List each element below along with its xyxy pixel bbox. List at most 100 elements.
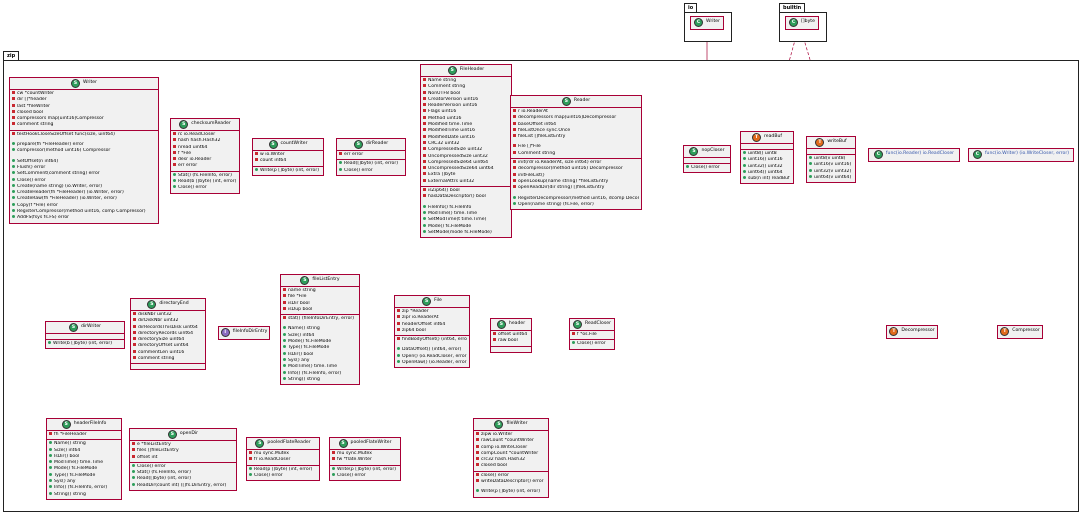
class-name: Reader bbox=[573, 98, 591, 104]
class-dirReader[interactable]: SdirReader err error Read([]byte) (int, er… bbox=[336, 138, 406, 176]
class-badge-icon: S bbox=[68, 323, 78, 332]
class-funcWriter[interactable]: Cfunc(io.Writer) (io.WriteCloser, error) bbox=[968, 148, 1074, 162]
class-reader[interactable]: S Reader r io.ReaderAt decompressors map[ui… bbox=[510, 95, 642, 211]
member-text: Type() fs.FileMode bbox=[288, 345, 330, 351]
member-text: directoryRecords uint64 bbox=[138, 330, 194, 336]
private-visibility-icon bbox=[49, 432, 52, 435]
class-readCloser[interactable]: S ReadCloser f *os.File Close() error bbox=[569, 318, 615, 350]
class-nopCloser[interactable]: SnopCloser Close() error bbox=[683, 145, 731, 174]
private-member: raw bool bbox=[493, 338, 529, 344]
member-text: diskNbr uint32 bbox=[138, 312, 172, 317]
private-member: fh *FileHeader bbox=[49, 432, 119, 438]
class-header: SdirReader bbox=[337, 139, 405, 151]
class-funcReader[interactable]: Cfunc(io.Reader) io.ReadCloser bbox=[868, 148, 960, 162]
member-text: Name string bbox=[428, 78, 457, 83]
member-text: rawCount *countWriter bbox=[481, 438, 534, 444]
class-name: func(io.Reader) io.ReadCloser bbox=[885, 151, 955, 157]
fields-section: zipw io.Writer rawCount *countWriter comp … bbox=[474, 431, 548, 472]
class-pooledFlateReader[interactable]: SpooledFlateReader mu sync.Mutex fr io.Rea… bbox=[246, 437, 320, 482]
public-visibility-icon bbox=[12, 196, 15, 200]
public-visibility-icon bbox=[49, 491, 52, 495]
public-visibility-icon bbox=[12, 158, 15, 162]
class-header: C []byte bbox=[786, 17, 818, 28]
class-directoryEnd[interactable]: SdirectoryEnd diskNbr uint32 dirDiskNbr ui… bbox=[130, 298, 206, 371]
class-compressor[interactable]: T Compressor bbox=[997, 325, 1043, 339]
methods-section: isZip64() bool hasDataDescriptor() bool Fi… bbox=[421, 187, 511, 237]
private-visibility-icon bbox=[132, 448, 135, 452]
class-header: S FileHeader bbox=[421, 65, 511, 77]
member-text: OpenRaw() (io.Reader, error) bbox=[402, 360, 467, 366]
member: Write(b []byte) (int, error) bbox=[48, 341, 122, 347]
private-member: err error bbox=[339, 152, 403, 158]
class-writeBuf[interactable]: TwriteBuf uint8(v uint8) uint16(v uint16) u… bbox=[806, 136, 856, 184]
class-name: writeBuf bbox=[827, 139, 847, 145]
public-visibility-icon bbox=[12, 171, 15, 175]
member: Open(name string) (fs.File, error) bbox=[513, 201, 639, 208]
public-visibility-icon bbox=[12, 142, 15, 146]
private-visibility-icon bbox=[283, 306, 286, 310]
private-visibility-icon bbox=[423, 194, 426, 198]
class-file[interactable]: S File zip *Reader zipr io.ReaderAt headerOf… bbox=[394, 295, 470, 369]
class-name: header bbox=[508, 321, 526, 327]
private-member: zip64 bool bbox=[397, 327, 467, 334]
class-badge-icon: S bbox=[179, 120, 189, 129]
member: Close() error bbox=[572, 341, 612, 347]
member-text: AddFS(fsys fs.FS) error bbox=[17, 215, 70, 221]
member-text: crc32 hash.Hash32 bbox=[481, 457, 526, 463]
private-visibility-icon bbox=[423, 78, 426, 81]
member-text: closed bool bbox=[481, 463, 508, 469]
class-badge-icon: S bbox=[573, 320, 583, 329]
class-fileInfoDirEntry[interactable]: IfileInfoDirEntry bbox=[218, 326, 270, 340]
class-dirWriter[interactable]: SdirWriter Write(b []byte) (int, error) bbox=[45, 321, 125, 350]
class-badge-icon: S bbox=[70, 79, 80, 88]
member-text: decompressors map[uint16]Decompressor bbox=[518, 115, 617, 121]
class-checksumReader[interactable]: SchecksumReader rc io.ReadCloser hash hash… bbox=[170, 118, 240, 194]
fields-section: w io.Writer count int64 bbox=[253, 151, 323, 167]
class-fileHeader[interactable]: S FileHeader Name string Comment string NonU… bbox=[420, 64, 512, 239]
private-visibility-icon bbox=[423, 84, 426, 88]
private-member: findBodyOffset() (int64, error) bbox=[397, 337, 467, 343]
private-visibility-icon bbox=[133, 318, 136, 322]
class-readBuf[interactable]: TreadBuf uint8() uint8 uint16() uint16 uint… bbox=[740, 131, 794, 185]
fields-section: diskNbr uint32 dirDiskNbr uint32 dirRecord… bbox=[131, 311, 205, 365]
member-text: Size() int64 bbox=[288, 332, 315, 338]
class-fileListEntry[interactable]: SfileListEntry name string file *File isDir… bbox=[280, 274, 360, 386]
class-openDir[interactable]: SopenDir e *fileListEntry files []fileList… bbox=[129, 428, 237, 492]
member: Close() error bbox=[173, 185, 237, 191]
member-text: Copy(f *File) error bbox=[17, 202, 58, 208]
private-visibility-icon bbox=[249, 451, 252, 454]
private-visibility-icon bbox=[423, 96, 426, 100]
public-visibility-icon bbox=[476, 489, 479, 493]
class-header: SpooledFlateWriter bbox=[330, 438, 400, 450]
member-text: SetOffset(n int64) bbox=[17, 158, 59, 164]
class-writer[interactable]: S Writer cw *countWriter dir []*header last … bbox=[9, 77, 159, 224]
class-decompressor[interactable]: T Decompressor bbox=[886, 325, 938, 339]
class-headerFileInfo[interactable]: SheaderFileInfo fh *FileHeader Name() stri… bbox=[46, 418, 122, 500]
class-countWriter[interactable]: ScountWriter w io.Writer count int64 Write(… bbox=[252, 138, 324, 176]
public-visibility-icon bbox=[743, 176, 746, 180]
private-member: ExternalAttrs uint32 bbox=[423, 178, 509, 185]
member-text: CRC32 uint32 bbox=[428, 140, 460, 146]
private-member: offset int bbox=[132, 454, 234, 461]
class-badge-icon: S bbox=[494, 420, 504, 429]
member-text: comp io.WriteCloser bbox=[481, 444, 528, 450]
member-text: hash hash.Hash32 bbox=[178, 138, 221, 144]
private-visibility-icon bbox=[132, 454, 135, 458]
class-io_writer[interactable]: C Writer bbox=[690, 16, 724, 30]
methods-section: init(rdr io.ReaderAt, size int64) error d… bbox=[511, 159, 641, 209]
member-text: CreateRaw(fh *FileHeader) (io.Writer, er… bbox=[17, 196, 117, 202]
member-text: nread uint64 bbox=[178, 144, 208, 150]
public-visibility-icon bbox=[423, 229, 426, 233]
member-text: zipr io.ReaderAt bbox=[402, 315, 439, 321]
member-text: directorySize uint64 bbox=[138, 337, 185, 343]
class-fileWriter[interactable]: SfileWriter zipw io.Writer rawCount *count… bbox=[473, 418, 549, 498]
class-header: SnopCloser bbox=[684, 146, 730, 158]
public-visibility-icon bbox=[572, 341, 575, 345]
class-header[interactable]: Sheader offset uint64 raw bool bbox=[490, 318, 532, 353]
methods-section: uint8() uint8 uint16() uint16 uint32() uin… bbox=[741, 150, 793, 183]
public-visibility-icon bbox=[423, 204, 426, 208]
private-visibility-icon bbox=[513, 178, 516, 182]
class-name: checksumReader bbox=[191, 121, 231, 127]
class-byte_slice[interactable]: C []byte bbox=[785, 16, 819, 30]
class-pooledFlateWriter[interactable]: SpooledFlateWriter mu sync.Mutex fw *flate… bbox=[329, 437, 401, 482]
